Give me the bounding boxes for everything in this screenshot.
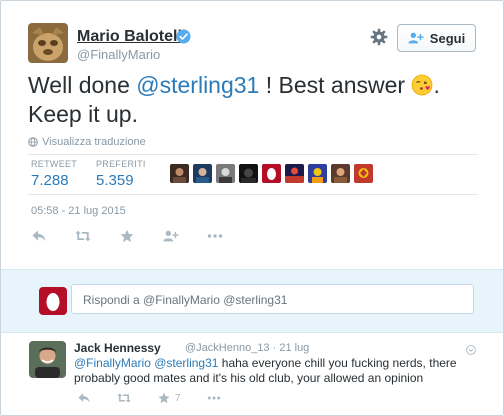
retweet-icon[interactable]: [75, 229, 91, 243]
tweet-text-before: Well done: [28, 72, 137, 98]
globe-icon: [28, 137, 38, 147]
tweet-text-line2: Keep it up.: [28, 101, 138, 127]
tweet-text-end: .: [433, 72, 440, 98]
add-user-icon[interactable]: [163, 229, 179, 243]
favoriter-avatar[interactable]: [170, 164, 189, 183]
favorites-stat-label: PREFERITI: [96, 159, 146, 169]
reply-avatar[interactable]: [29, 341, 66, 378]
tweet-text-after: ! Best answer: [259, 72, 412, 98]
reply-input[interactable]: Rispondi a @FinallyMario @sterling31: [71, 284, 474, 314]
favoriter-avatar[interactable]: [216, 164, 235, 183]
chevron-down-icon[interactable]: [466, 342, 476, 355]
favoriter-avatar[interactable]: [262, 164, 281, 183]
reply-text: @FinallyMario @sterling31 haha everyone …: [74, 356, 464, 386]
reply-reply-icon[interactable]: [77, 392, 91, 404]
follow-button[interactable]: Segui: [397, 24, 476, 52]
tweet-actions: [31, 229, 251, 243]
user-display-name[interactable]: Mario Balotelli: [77, 28, 186, 46]
add-user-icon: [408, 32, 424, 44]
star-icon: [158, 392, 170, 404]
favoriter-avatar[interactable]: [285, 164, 304, 183]
reply-mention-2[interactable]: @sterling31: [154, 356, 218, 370]
more-icon[interactable]: [207, 229, 223, 243]
favoriter-avatar[interactable]: [331, 164, 350, 183]
favorites-stat[interactable]: PREFERITI 5.359: [96, 159, 146, 189]
retweet-count: 7.288: [31, 172, 69, 189]
favoriter-avatar[interactable]: [354, 164, 373, 183]
reply-icon[interactable]: [31, 229, 47, 243]
reply-favorite-count: 7: [175, 392, 181, 404]
gear-icon[interactable]: [370, 28, 388, 46]
follow-button-label: Segui: [429, 30, 466, 46]
tweet-card: Mario Balotelli @FinallyMario Segui Well…: [0, 0, 504, 416]
divider: [28, 154, 478, 155]
reply-actions: 7: [77, 392, 247, 404]
favoriters-avatars: [170, 164, 373, 183]
retweet-stat-label: RETWEET: [31, 159, 78, 169]
favoriter-avatar[interactable]: [239, 164, 258, 183]
translate-label: Visualizza traduzione: [42, 136, 146, 148]
user-avatar[interactable]: [28, 23, 68, 63]
favoriter-avatar[interactable]: [308, 164, 327, 183]
kiss-emoji-icon: [411, 74, 433, 96]
tweet-timestamp: 05:58 - 21 lug 2015: [31, 205, 126, 217]
favoriter-avatar[interactable]: [193, 164, 212, 183]
tweet-mention[interactable]: @sterling31: [136, 72, 259, 98]
reply-favorite-button[interactable]: 7: [157, 392, 181, 404]
reply-author-meta[interactable]: @JackHenno_13 · 21 lug: [185, 342, 309, 354]
reply-more-icon[interactable]: [207, 392, 221, 404]
reply-author-name[interactable]: Jack Hennessy: [74, 341, 161, 355]
reply-composer: Rispondi a @FinallyMario @sterling31: [1, 269, 503, 333]
tweet-text: Well done @sterling31 ! Best answer . Ke…: [28, 71, 478, 129]
retweet-stat[interactable]: RETWEET 7.288: [31, 159, 77, 189]
divider: [28, 194, 478, 195]
user-handle[interactable]: @FinallyMario: [77, 47, 160, 62]
reply-retweet-icon[interactable]: [117, 392, 131, 404]
translate-link[interactable]: Visualizza traduzione: [28, 136, 146, 148]
star-icon[interactable]: [119, 229, 135, 243]
current-user-avatar: [39, 287, 67, 315]
favorites-count: 5.359: [96, 172, 134, 189]
verified-badge-icon: [176, 29, 191, 44]
reply-mention-1[interactable]: @FinallyMario: [74, 356, 151, 370]
